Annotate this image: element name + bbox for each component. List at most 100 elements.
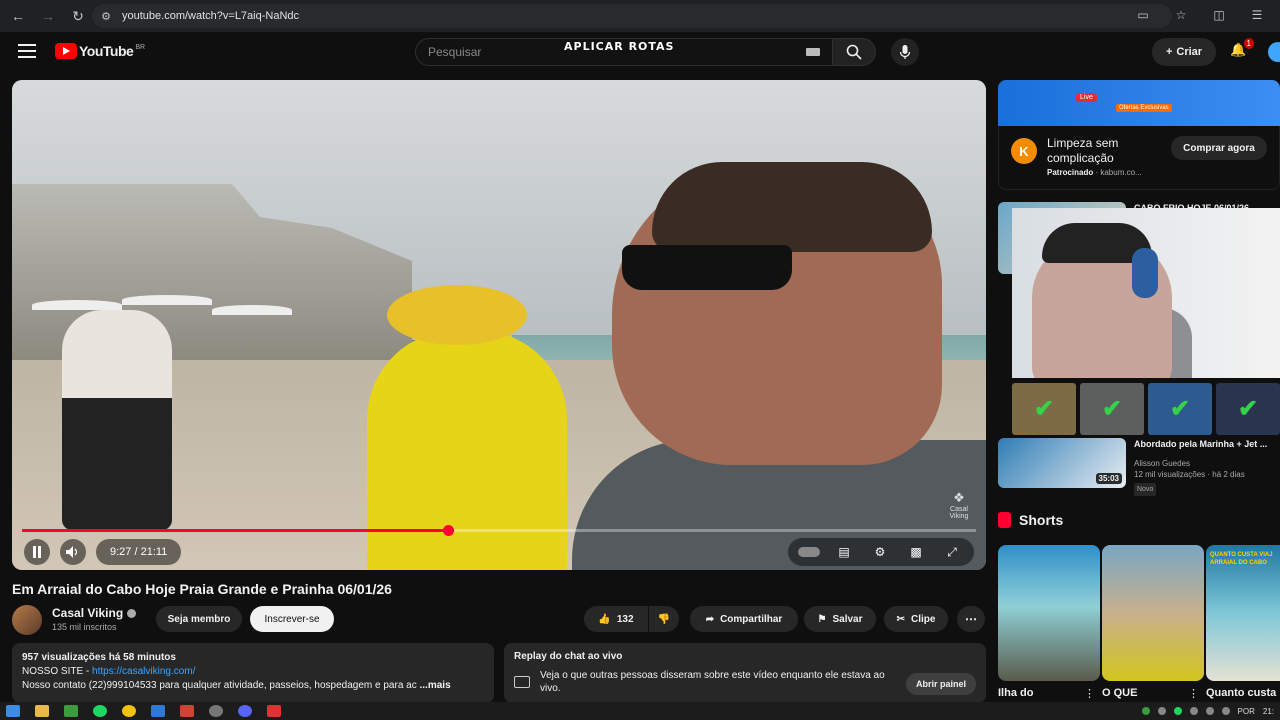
tray-icon[interactable] [1157,707,1166,715]
show-more-link[interactable]: ...mais [420,680,451,691]
sponsored-label: Patrocinado [1047,168,1094,177]
spotify-icon[interactable] [93,705,107,717]
more-actions-icon[interactable]: ⋯ [957,606,985,632]
short-more-icon[interactable]: ⋮ [1188,687,1199,700]
voice-search-button[interactable] [891,38,919,66]
cast-icon[interactable]: ▭ [1132,4,1154,26]
video-frame-umbrella [32,300,122,310]
buy-now-button[interactable]: Comprar agora [1171,136,1267,160]
create-button[interactable]: + Criar [1152,38,1216,66]
ad-card[interactable]: K Limpeza sem complicação Patrocinado · … [998,126,1280,190]
video-frame-hair [652,162,932,252]
file-explorer-icon[interactable] [35,705,49,717]
tray-icon[interactable] [1173,707,1182,715]
share-label: Compartilhar [720,613,783,625]
app-icon[interactable] [267,705,281,717]
site-info-icon[interactable]: ⚙ [98,8,114,24]
short-thumbnail[interactable] [998,545,1100,681]
chat-replay-body: Veja o que outras pessoas disseram sobre… [540,670,885,694]
short-title[interactable]: Quanto custa [1206,687,1276,699]
share-arrow-icon: ➦ [705,613,715,625]
short-more-icon[interactable]: ⋮ [1084,687,1095,700]
video-frame-umbrella [122,295,212,305]
extensions-icon[interactable]: ◫ [1208,4,1230,26]
fullscreen-icon[interactable]: ⤢ [940,542,964,562]
subscriber-count: 135 mil inscritos [52,622,117,632]
thumbs-down-icon: 👎 [657,613,671,625]
miniplayer-icon[interactable]: ▩ [904,542,928,562]
shorts-title: Shorts [1019,512,1064,528]
app-icon[interactable] [151,705,165,717]
site-link[interactable]: https://casalviking.com/ [92,666,195,677]
forward-icon[interactable]: → [36,4,60,28]
settings-gear-icon[interactable]: ⚙ [868,542,892,562]
app-icon[interactable] [64,705,78,717]
like-button[interactable]: 👍 132 [584,606,648,632]
recommended-channel[interactable]: Alisson Guedes [1134,458,1245,469]
player-controls-left: 9:27 / 21:11 [24,539,182,565]
search-button[interactable] [832,38,876,66]
webcam-overlay [1012,208,1280,378]
ad-banner-image[interactable]: Live Ofertas Exclusivas [998,80,1280,126]
tile: ✔ [1148,383,1212,435]
notifications-button[interactable]: 🔔 1 [1230,38,1254,62]
volume-button[interactable] [60,539,86,565]
address-bar[interactable]: ⚙ youtube.com/watch?v=L7aiq-NaNdc [92,4,1172,28]
subscribe-button[interactable]: Inscrever-se [250,606,334,632]
short-title[interactable]: Ilha do [998,687,1033,699]
clip-button[interactable]: ✂ Clipe [884,606,948,632]
reading-list-icon[interactable]: ☰ [1246,4,1268,26]
autoplay-toggle[interactable] [798,547,820,557]
channel-name-row[interactable]: Casal Viking [52,606,137,620]
recommended-title[interactable]: Abordado pela Marinha + Jet ... [1134,438,1267,450]
discord-icon[interactable] [238,705,252,717]
description-box[interactable]: 957 visualizações há 58 minutos NOSSO SI… [12,643,494,703]
bookmark-star-icon[interactable]: ☆ [1170,4,1192,26]
chrome-icon[interactable] [122,705,136,717]
open-panel-button[interactable]: Abrir painel [905,673,976,695]
wifi-icon[interactable] [1205,707,1214,715]
tray-icon[interactable] [1189,707,1198,715]
subtitles-icon[interactable]: ▤ [832,542,856,562]
channel-avatar[interactable] [12,605,42,635]
tray-icon[interactable] [1141,707,1150,715]
checkmark-tiles: ✔ ✔ ✔ ✔ [1012,383,1280,435]
recommended-meta: Alisson Guedes 12 mil visualizações · há… [1134,458,1245,496]
pause-button[interactable] [24,539,50,565]
channel-name[interactable]: Casal Viking [52,606,123,620]
dislike-button[interactable]: 👎 [649,606,679,632]
plus-icon: + [1165,46,1173,58]
save-button[interactable]: ⚑ Salvar [804,606,876,632]
video-frame-sunglasses [622,245,792,290]
progress-bar[interactable] [22,525,976,536]
volume-tray-icon[interactable] [1221,707,1230,715]
chat-replay-title: Replay do chat ao vivo [514,651,623,662]
join-button[interactable]: Seja membro [156,606,242,632]
windows-start-icon[interactable] [6,705,20,717]
share-button[interactable]: ➦ Compartilhar [690,606,798,632]
short-thumbnail[interactable]: QUANTO CUSTA VIAJ ARRAIAL DO CABO [1206,545,1280,681]
logo-text: YouTube [79,43,134,59]
short-thumbnail[interactable] [1102,545,1204,681]
language-indicator[interactable]: POR [1238,707,1255,716]
tile: ✔ [1216,383,1280,435]
ad-title[interactable]: Limpeza sem complicação [1047,136,1157,166]
account-avatar[interactable] [1268,42,1280,62]
tile: ✔ [1080,383,1144,435]
short-title[interactable]: O QUE [1102,687,1137,699]
clock[interactable]: 21: [1263,707,1274,716]
save-label: Salvar [832,613,863,625]
app-icon[interactable] [180,705,194,717]
taskbar: POR 21: [0,702,1280,720]
recommended-views: 12 mil visualizações · há 2 dias [1134,470,1245,479]
back-icon[interactable]: ← [6,4,30,28]
obs-icon[interactable] [209,705,223,717]
video-player[interactable]: ❖ Casal Viking 9:27 / 21:11 ▤ ⚙ ▩ ⤢ [12,80,986,570]
url-text[interactable]: youtube.com/watch?v=L7aiq-NaNdc [122,10,299,22]
video-thumbnail[interactable]: 35:03 [998,438,1126,488]
menu-icon[interactable] [18,44,36,58]
youtube-logo[interactable]: YouTube BR [55,43,145,59]
keyboard-icon[interactable] [806,48,820,56]
country-code: BR [135,43,146,51]
reload-icon[interactable]: ↻ [66,4,90,28]
